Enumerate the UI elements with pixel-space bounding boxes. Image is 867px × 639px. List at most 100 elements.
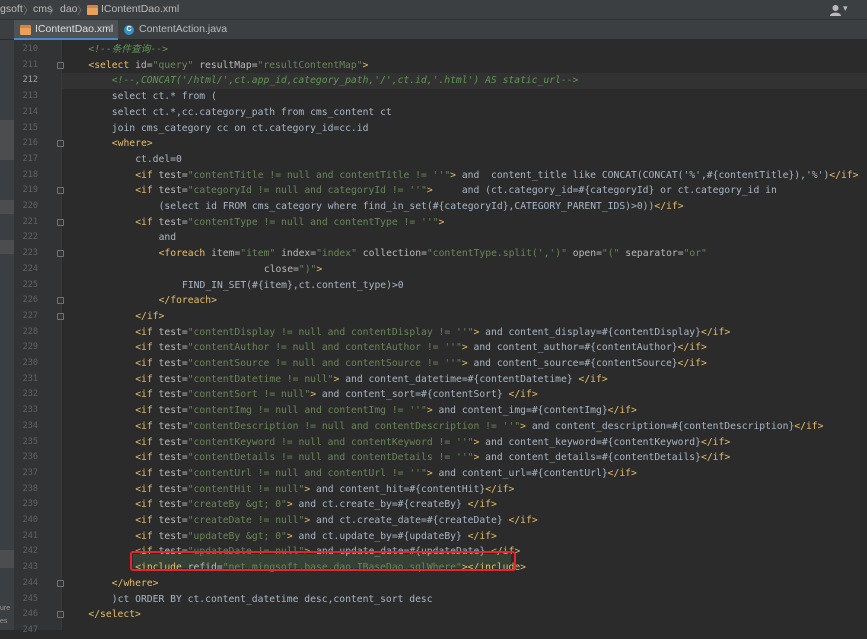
code-token: </if>: [677, 342, 707, 354]
side-panel-label[interactable]: ure: [0, 605, 10, 612]
fold-marker-icon[interactable]: [57, 187, 64, 195]
fold-marker-icon[interactable]: [57, 218, 64, 226]
code-token: test=: [158, 405, 188, 417]
code-line[interactable]: <if test="contentUrl != null and content…: [135, 466, 637, 482]
code-token: "(": [601, 248, 620, 260]
code-line[interactable]: <if test="categoryId != null and categor…: [135, 183, 777, 199]
line-number: 227: [22, 310, 38, 321]
code-line[interactable]: <foreach item="item" index="index" colle…: [159, 246, 707, 262]
code-line[interactable]: <if test="contentAuthor != null and cont…: [135, 340, 707, 356]
code-token: "contentSource != null and contentSource…: [187, 358, 462, 369]
code-line[interactable]: join cms_category cc on ct.category_id=c…: [112, 121, 369, 137]
code-token: <foreach: [158, 248, 212, 260]
code-line[interactable]: FIND_IN_SET(#{item},ct.content_type)>0: [182, 278, 404, 294]
code-token: </if>: [700, 452, 731, 464]
code-line[interactable]: <if test="createBy &gt; 0"> and ct.creat…: [135, 497, 497, 513]
code-token: and: [158, 232, 177, 244]
chevron-down-icon[interactable]: ▾: [843, 3, 848, 14]
code-line[interactable]: <if test="contentDescription != null and…: [135, 419, 823, 435]
code-token: close=: [263, 263, 299, 275]
user-icon[interactable]: [829, 4, 842, 16]
code-token: )ct ORDER BY ct.content_datetime desc,co…: [111, 593, 433, 605]
code-token: and content_keyword=#{contentKeyword}: [479, 436, 701, 448]
code-token: </if>: [700, 436, 731, 448]
code-token: test=: [158, 499, 188, 511]
navigation-breadcrumb: gsoft 〉 cms 〉 dao 〉 IContentDao.xml ▾: [0, 0, 867, 20]
code-token: "contentDatetime != null": [187, 373, 334, 385]
code-line[interactable]: <if test="contentSource != null and cont…: [135, 356, 707, 372]
code-line[interactable]: </foreach>: [159, 293, 217, 309]
code-token: and content_sort=#{contentSort}: [316, 389, 509, 401]
code-line[interactable]: <where>: [112, 136, 153, 152]
code-token: </if>: [607, 405, 637, 417]
code-line[interactable]: <if test="contentDetails != null and con…: [135, 450, 730, 466]
code-line[interactable]: <if test="contentType != null and conten…: [135, 215, 444, 231]
code-line[interactable]: <if test="contentTitle != null and conte…: [135, 168, 858, 184]
line-number: 211: [22, 59, 38, 70]
code-line[interactable]: (select id FROM cms_category where find_…: [159, 199, 684, 215]
code-line[interactable]: <if test="updateBy &gt; 0"> and ct.updat…: [135, 529, 497, 545]
breadcrumb-item-dao[interactable]: dao: [60, 3, 78, 15]
code-line[interactable]: <if test="contentImg != null and content…: [135, 403, 637, 419]
code-line[interactable]: and: [159, 230, 177, 246]
code-line[interactable]: <!--,CONCAT('/html/',ct.app_id,category_…: [112, 73, 579, 89]
code-token: </if>: [485, 483, 515, 495]
code-line[interactable]: <if test="createDate != null"> and ct.cr…: [135, 513, 538, 529]
breadcrumb-item-project[interactable]: gsoft: [0, 3, 23, 15]
code-line[interactable]: )ct ORDER BY ct.content_datetime desc,co…: [112, 592, 433, 608]
fold-marker-icon[interactable]: [57, 250, 64, 258]
code-line[interactable]: <if test="contentKeyword != null and con…: [135, 435, 730, 451]
code-line[interactable]: select ct.* from (: [112, 89, 217, 105]
line-number: 234: [22, 420, 38, 431]
tab-contentaction-java[interactable]: C ContentAction.java: [118, 20, 232, 40]
line-number: 228: [22, 326, 38, 337]
line-number: 233: [22, 405, 38, 416]
code-line[interactable]: </if>: [135, 309, 164, 325]
code-line[interactable]: select ct.*,cc.category_path from cms_co…: [112, 105, 392, 121]
fold-marker-icon[interactable]: [57, 140, 64, 148]
code-token: FIND_IN_SET(#{item},ct.content_type)>0: [182, 279, 404, 291]
code-token: "createBy &gt; 0": [187, 499, 287, 511]
tool-window-strip: ure es: [0, 40, 14, 630]
code-line[interactable]: close=")">: [264, 262, 322, 278]
scroll-marker: [0, 120, 14, 160]
code-line[interactable]: <if test="contentHit != null"> and conte…: [135, 482, 514, 498]
line-number: 230: [22, 358, 38, 368]
code-token: </if>: [578, 373, 608, 385]
breadcrumb-item-file[interactable]: IContentDao.xml: [101, 3, 179, 15]
code-token: test=: [158, 358, 188, 369]
code-line[interactable]: <!--条件查询-->: [88, 42, 168, 58]
close-icon[interactable]: ×: [106, 23, 112, 34]
code-line[interactable]: <if test="contentSort != null"> and cont…: [135, 387, 537, 403]
code-token: collection=: [356, 248, 427, 260]
line-number: 218: [22, 169, 38, 180]
code-token: and content_display=#{contentDisplay}: [479, 326, 701, 338]
line-number: 237: [22, 467, 38, 478]
code-token: <if: [135, 342, 159, 354]
code-token: "resultContentMap": [257, 59, 363, 71]
code-line[interactable]: <if test="contentDatetime != null"> and …: [135, 372, 607, 388]
line-number: 220: [22, 201, 38, 211]
fold-marker-icon[interactable]: [57, 297, 64, 305]
code-token: </select>: [88, 609, 141, 621]
code-line[interactable]: <if test="contentDisplay != null and con…: [135, 325, 730, 341]
line-number: 212: [22, 75, 38, 86]
code-token: >: [316, 263, 323, 275]
code-token: and content_author=#{contentAuthor}: [467, 342, 678, 354]
code-line[interactable]: ct.del=0: [135, 152, 182, 168]
fold-marker-icon[interactable]: [57, 61, 64, 69]
fold-marker-icon[interactable]: [57, 611, 64, 619]
side-panel-label[interactable]: es: [0, 618, 7, 625]
code-line[interactable]: <select id="query" resultMap="resultCont…: [88, 58, 368, 74]
fold-marker-icon[interactable]: [57, 579, 64, 587]
code-line[interactable]: </select>: [88, 607, 141, 623]
fold-marker-icon[interactable]: [57, 312, 64, 320]
line-number: 215: [22, 122, 38, 133]
code-token: and content_details=#{contentDetails}: [479, 452, 701, 464]
code-token: </if>: [607, 467, 637, 479]
code-line[interactable]: </where>: [112, 576, 159, 592]
code-token: </if>: [508, 515, 538, 526]
tab-icontentdao-xml[interactable]: IContentDao.xml ×: [14, 20, 118, 40]
line-number: 243: [22, 562, 38, 573]
code-token: test=: [158, 515, 188, 526]
